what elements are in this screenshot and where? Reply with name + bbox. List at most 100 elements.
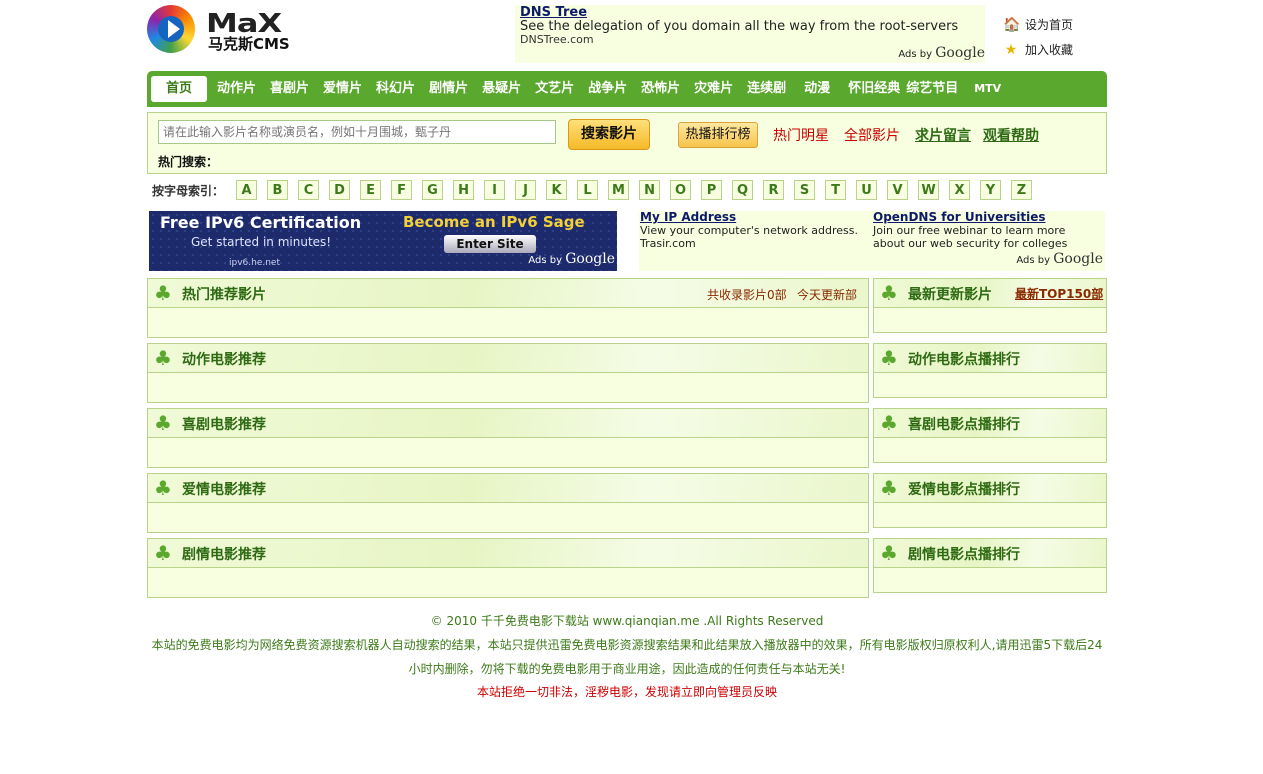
nav-item-suspense[interactable]: 悬疑片 — [476, 76, 527, 102]
ads-by-google[interactable]: Ads by Google — [1016, 251, 1103, 267]
text-ad-block: My IP Address View your computer's netwo… — [639, 211, 1105, 271]
panel-title: 爱情电影点播排行 — [908, 482, 1020, 498]
ad-right-title-link[interactable]: OpenDNS for Universities — [873, 211, 1098, 224]
letter-link[interactable]: H — [453, 180, 475, 200]
letter-link[interactable]: O — [670, 180, 692, 200]
nav-item-horror[interactable]: 恐怖片 — [635, 76, 686, 102]
nav-item-disaster[interactable]: 灾难片 — [688, 76, 739, 102]
panel-body — [148, 503, 868, 532]
ad-title-link[interactable]: DNS Tree — [520, 5, 587, 20]
today-updated: 今天更新部 — [797, 288, 858, 302]
panel-header: ♣ 喜剧电影点播排行 — [874, 409, 1106, 438]
letter-link[interactable]: J — [515, 180, 537, 200]
letter-link[interactable]: M — [608, 180, 630, 200]
letter-link[interactable]: L — [577, 180, 599, 200]
ipv6-ad-sage: Become an IPv6 Sage — [403, 213, 585, 231]
letter-link[interactable]: D — [329, 180, 351, 200]
letter-link[interactable]: W — [918, 180, 940, 200]
footer-copyright: © 2010 千千免费电影下载站 www.qianqian.me .All Ri… — [430, 614, 824, 628]
nav-item-mtv[interactable]: MTV — [968, 76, 1007, 102]
enter-site-button[interactable]: Enter Site — [444, 235, 536, 253]
letter-link[interactable]: V — [887, 180, 909, 200]
add-favorite-link[interactable]: ★ 加入收藏 — [1003, 37, 1073, 62]
clover-icon: ♣ — [154, 281, 172, 305]
ad-left-title-link[interactable]: My IP Address — [640, 211, 865, 224]
nav-item-series[interactable]: 连续剧 — [741, 76, 792, 102]
nav-item-scifi[interactable]: 科幻片 — [370, 76, 421, 102]
panel-title: 最新更新影片 — [908, 287, 992, 303]
letter-link[interactable]: A — [236, 180, 258, 200]
ipv6-ad-banner[interactable]: Free IPv6 Certification Get started in m… — [149, 211, 617, 271]
hot-rank-button[interactable]: 热播排行榜 — [678, 122, 758, 148]
letter-link[interactable]: I — [484, 180, 506, 200]
ipv6-ad-url: ipv6.he.net — [229, 258, 280, 268]
letter-link[interactable]: N — [639, 180, 661, 200]
top-ad: DNS Tree See the delegation of you domai… — [515, 5, 985, 63]
nav-item-war[interactable]: 战争片 — [582, 76, 633, 102]
letter-link[interactable]: K — [546, 180, 568, 200]
clover-icon: ♣ — [880, 476, 898, 500]
ipv6-ad-title: Free IPv6 Certification — [160, 213, 362, 232]
nav-item-variety[interactable]: 综艺节目 — [904, 76, 966, 102]
hot-stars-link[interactable]: 热门明星 — [773, 125, 829, 145]
letter-link[interactable]: B — [267, 180, 289, 200]
ad-url[interactable]: DNSTree.com — [520, 33, 594, 46]
letter-link[interactable]: F — [391, 180, 413, 200]
set-homepage-link[interactable]: 🏠 设为首页 — [1003, 12, 1073, 37]
panel-comedy-rank: ♣ 喜剧电影点播排行 — [873, 408, 1107, 463]
search-button[interactable]: 搜索影片 — [568, 119, 650, 150]
panel-header: ♣ 爱情电影点播排行 — [874, 474, 1106, 503]
ad-left-desc: View your computer's network address. — [640, 224, 859, 237]
letter-link[interactable]: T — [825, 180, 847, 200]
letter-link[interactable]: Q — [732, 180, 754, 200]
help-link[interactable]: 观看帮助 — [983, 125, 1039, 145]
panel-header: ♣ 喜剧电影推荐 — [148, 409, 868, 438]
panel-comedy-recommend: ♣ 喜剧电影推荐 — [147, 408, 869, 468]
clover-icon: ♣ — [880, 281, 898, 305]
request-movie-link[interactable]: 求片留言 — [915, 125, 971, 145]
nav-item-home[interactable]: 首页 — [151, 76, 207, 102]
top150-link[interactable]: 最新TOP150部 — [1015, 285, 1103, 302]
nav-item-comedy[interactable]: 喜剧片 — [264, 76, 315, 102]
ad-right: OpenDNS for Universities Join our free w… — [873, 211, 1098, 251]
nav-item-classic[interactable]: 怀旧经典 — [842, 76, 902, 102]
set-homepage-label: 设为首页 — [1025, 18, 1074, 32]
search-input[interactable] — [158, 120, 556, 144]
letter-link[interactable]: E — [360, 180, 382, 200]
panel-drama-rank: ♣ 剧情电影点播排行 — [873, 538, 1107, 593]
panel-header: ♣ 动作电影点播排行 — [874, 344, 1106, 373]
letter-link[interactable]: S — [794, 180, 816, 200]
nav-item-anime[interactable]: 动漫 — [794, 76, 840, 102]
letter-link[interactable]: U — [856, 180, 878, 200]
letter-link[interactable]: Z — [1011, 180, 1033, 200]
letter-link[interactable]: R — [763, 180, 785, 200]
footer-disclaimer-2: 小时内删除，勿将下载的免费电影用于商业用途，因此造成的任何责任与本站无关! — [408, 662, 846, 676]
panel-body — [148, 438, 868, 467]
panel-header: ♣ 爱情电影推荐 — [148, 474, 868, 503]
all-movies-link[interactable]: 全部影片 — [844, 125, 900, 145]
ads-by-google[interactable]: Ads by Google — [528, 251, 615, 267]
letter-link[interactable]: P — [701, 180, 723, 200]
nav-item-drama[interactable]: 剧情片 — [423, 76, 474, 102]
letter-index-label: 按字母索引： — [152, 183, 225, 198]
panel-header: ♣ 热门推荐影片 共收录影片0部 今天更新部 — [148, 279, 868, 308]
panel-header: ♣ 最新更新影片 最新TOP150部 — [874, 279, 1106, 308]
footer-disclaimer-1: 本站的免费电影均为网络免费资源搜索机器人自动搜索的结果，本站只提供迅雷免费电影资… — [151, 638, 1103, 652]
nav-item-romance[interactable]: 爱情片 — [317, 76, 368, 102]
clover-icon: ♣ — [154, 541, 172, 565]
ad-left-url[interactable]: Trasir.com — [640, 237, 865, 250]
search-panel: 搜索影片 热播排行榜 热门明星 全部影片 求片留言 观看帮助 热门搜索： — [147, 112, 1107, 174]
letter-link[interactable]: C — [298, 180, 320, 200]
panel-body — [148, 373, 868, 402]
nav-item-art[interactable]: 文艺片 — [529, 76, 580, 102]
hot-search-label: 热门搜索： — [158, 155, 219, 169]
panel-title: 动作电影推荐 — [182, 352, 266, 368]
letter-link[interactable]: X — [949, 180, 971, 200]
ads-by-google[interactable]: Ads by Google — [898, 45, 985, 61]
panel-title: 热门推荐影片 — [182, 287, 266, 303]
nav-item-action[interactable]: 动作片 — [211, 76, 262, 102]
letter-link[interactable]: G — [422, 180, 444, 200]
letter-index: 按字母索引： A B C D E F G H I J K L M N O P Q… — [152, 180, 1042, 200]
letter-link[interactable]: Y — [980, 180, 1002, 200]
panel-romance-recommend: ♣ 爱情电影推荐 — [147, 473, 869, 533]
